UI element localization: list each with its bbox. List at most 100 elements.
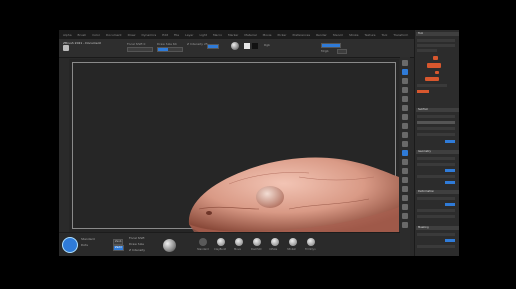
zoom3d-icon[interactable] [402,177,408,183]
snake-thumb-icon[interactable] [427,63,441,68]
brush-damstd-icon[interactable] [253,238,261,246]
menu-item[interactable]: Picker [278,33,287,37]
draw-size-slider[interactable] [157,47,183,52]
geometry-toggle[interactable] [445,169,455,172]
menu-item[interactable]: Dynamics [141,33,156,37]
deformation-row-1[interactable] [417,197,455,200]
menu-item[interactable]: Stroke [349,33,359,37]
scroll-icon[interactable] [402,78,408,84]
subtool-thumb-icon[interactable] [435,71,439,74]
secondary-color-swatch[interactable] [252,43,258,49]
brush-standard-icon[interactable] [199,238,207,246]
tool-thumb-icon[interactable] [433,56,438,60]
z-intensity-slider[interactable] [207,44,219,49]
xpose-icon[interactable] [402,222,408,228]
brush-move-icon[interactable] [235,238,243,246]
solo-icon[interactable] [402,213,408,219]
brush-hpolish-icon[interactable] [289,238,297,246]
deformation-toggle[interactable] [445,203,455,206]
geometry-toggle-2[interactable] [445,181,455,184]
tool-row-2[interactable] [417,44,455,47]
masking-header[interactable]: Masking [416,226,459,230]
persp-icon[interactable] [402,114,408,120]
masking-row-1[interactable] [417,233,455,236]
actual-icon[interactable] [402,96,408,102]
menu-item[interactable]: Material [244,33,256,37]
geometry-row-2[interactable] [417,163,455,166]
zoom-icon[interactable] [402,87,408,93]
menu-item[interactable]: Brush [78,33,87,37]
tool-row-3[interactable] [417,49,437,52]
brush-move-label: Move [234,248,241,251]
deformation-header[interactable]: Deformation [416,190,459,194]
menu-item[interactable]: Macro [213,33,222,37]
menu-item[interactable]: Color [92,33,100,37]
main-color-swatch[interactable] [244,43,250,49]
current-brush-icon[interactable] [62,237,78,253]
gxyz-icon[interactable] [402,150,408,156]
menu-item[interactable]: Alpha [63,33,72,37]
subtool-row-4[interactable] [417,133,455,136]
geometry-row-1[interactable] [417,157,455,160]
polyf-icon[interactable] [402,195,408,201]
menu-item[interactable]: Tool [381,33,387,37]
bpr-button-icon[interactable] [402,60,408,66]
subtool-toggle[interactable] [445,140,455,143]
masking-toggle[interactable] [445,239,455,242]
move-icon[interactable] [402,168,408,174]
zsub-button[interactable]: Zsub [113,239,124,245]
menu-item[interactable]: Layer [185,33,193,37]
floor-icon[interactable] [402,123,408,129]
bottom-shelf: Standard Dots Zadd Zsub Focal Shift Draw… [59,232,400,256]
geometry-row-3[interactable] [417,175,455,178]
mrgb-toggle[interactable] [337,49,347,54]
aahalf-icon[interactable] [402,105,408,111]
menu-item[interactable]: File [174,33,179,37]
material-preview-icon[interactable] [163,239,176,252]
brush-inflate-icon[interactable] [271,238,279,246]
focal-shift-slider[interactable] [127,47,153,52]
menu-item[interactable]: Texture [365,33,376,37]
menu-item[interactable]: Preferences [292,33,310,37]
draw-size-bottom-label: Draw Size [129,242,144,246]
frame-icon[interactable] [402,159,408,165]
menu-item[interactable]: Movie [263,33,272,37]
z-intensity-label: Z Intensity 25 [187,42,208,46]
tool-active-marker[interactable] [417,90,429,93]
menu-item[interactable]: Light [199,33,207,37]
subtool-row-3[interactable] [417,127,455,130]
menu-item[interactable]: Edit [162,33,168,37]
deformation-row-2[interactable] [417,209,455,212]
brush-claybuild-icon[interactable] [217,238,225,246]
brush-damstd-label: DamStd [251,248,262,251]
subtool-header[interactable]: SubTool [416,108,459,112]
brush-trimdyn-icon[interactable] [307,238,315,246]
menu-item[interactable]: Marker [228,33,238,37]
tool-row-1[interactable] [417,39,455,42]
material-sphere-icon[interactable] [231,42,239,50]
menu-item[interactable]: Stencil [333,33,343,37]
zadd-button[interactable]: Zadd [113,245,124,251]
spix-button-icon[interactable] [402,69,408,75]
subtool-row-2[interactable] [417,121,455,124]
rotate-icon[interactable] [402,186,408,192]
rgb-intensity-slider[interactable] [321,43,341,48]
menu-item[interactable]: Render [316,33,327,37]
tool-thumb-2-icon[interactable] [425,77,439,81]
tool-header[interactable]: Tool [416,32,459,36]
menu-item[interactable]: Transform [393,33,408,37]
subtool-row-1[interactable] [417,115,455,118]
brush-standard-label: Standard [197,248,209,251]
mrgb-label: Mrgb [321,49,329,53]
menu-item[interactable]: Draw [128,33,136,37]
tool-row-4[interactable] [417,84,447,87]
masking-row-2[interactable] [417,245,455,248]
menu-item[interactable]: Document [106,33,122,37]
transp-icon[interactable] [402,204,408,210]
deformation-row-3[interactable] [417,215,455,218]
focal-shift-label: Focal Shift 0 [127,42,146,46]
viewport-canvas[interactable] [69,59,399,232]
geometry-header[interactable]: Geometry [416,150,459,154]
lsym-icon[interactable] [402,141,408,147]
local-icon[interactable] [402,132,408,138]
